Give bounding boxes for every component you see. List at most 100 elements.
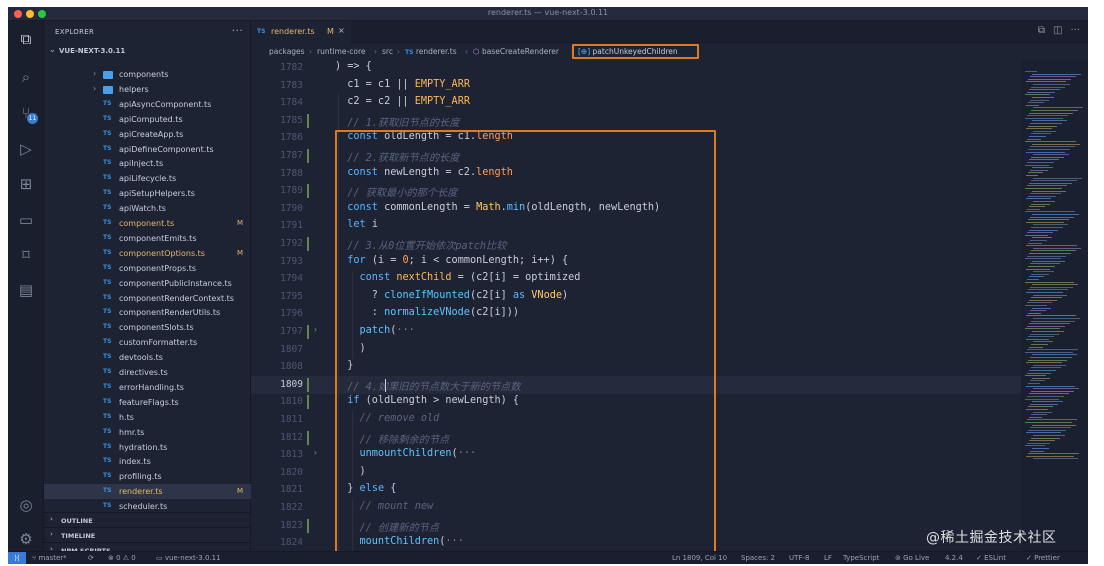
minimap-line	[1029, 299, 1057, 301]
file-item[interactable]: TS apiWatch.ts	[44, 201, 251, 216]
file-item[interactable]: TS componentSlots.ts	[44, 320, 251, 335]
file-name: apiAsyncComponent.ts	[119, 99, 212, 109]
minimap-line	[1030, 193, 1061, 195]
fold-chevron-icon[interactable]: ›	[313, 325, 318, 334]
file-item[interactable]: TS apiDefineComponent.ts	[44, 142, 251, 157]
breadcrumb-file[interactable]: TS renderer.ts	[405, 47, 457, 56]
file-item[interactable]: TS h.ts	[44, 410, 251, 425]
minimap-line	[1033, 201, 1055, 202]
file-item[interactable]: TS apiComputed.ts	[44, 112, 251, 127]
breadcrumb-src[interactable]: src	[382, 47, 393, 56]
breadcrumb-function[interactable]: ⬡ baseCreateRenderer	[473, 47, 559, 56]
minimap-line	[1028, 453, 1079, 455]
eslint-status[interactable]: ✓ ESLint	[976, 554, 1006, 562]
file-item[interactable]: TS apiLifecycle.ts	[44, 171, 251, 186]
file-item[interactable]: TS renderer.ts M	[44, 484, 251, 500]
file-name: apiDefineComponent.ts	[119, 144, 214, 154]
typescript-file-icon: TS	[103, 219, 112, 226]
file-item[interactable]: TS profiling.ts	[44, 469, 251, 484]
language-mode[interactable]: TypeScript	[843, 554, 879, 562]
branch-indicator[interactable]: ⑂ master*	[32, 554, 67, 562]
file-item[interactable]: TS componentRenderUtils.ts	[44, 305, 251, 320]
git-status-badge: M	[237, 487, 244, 496]
sync-icon[interactable]: ⟳	[88, 554, 94, 562]
more-actions-icon[interactable]: ···	[1070, 25, 1080, 36]
minimap-line	[1025, 234, 1048, 236]
minimap-line	[1032, 120, 1067, 122]
file-item[interactable]: TS devtools.ts	[44, 350, 251, 365]
file-item[interactable]: TS directives.ts	[44, 365, 251, 380]
typescript-file-icon: TS	[103, 263, 112, 271]
file-item[interactable]: TS componentEmits.ts	[44, 231, 251, 246]
project-root[interactable]: ⌄ VUE-NEXT-3.0.11	[44, 44, 251, 58]
minimap-line	[1030, 263, 1060, 265]
workspace-indicator[interactable]: ▭ vue-next-3.0.11	[156, 554, 221, 562]
run-debug-icon[interactable]: ▷	[16, 139, 36, 159]
code-token: ||	[396, 96, 409, 108]
remote-indicator[interactable]: ⟩⟨	[8, 552, 26, 564]
breadcrumb: packages › runtime-core › src › TS rende…	[251, 43, 1088, 59]
file-item[interactable]: TS componentOptions.ts M	[44, 246, 251, 261]
file-item[interactable]: TS customFormatter.ts	[44, 335, 251, 350]
minimap-line	[1031, 273, 1049, 275]
file-item[interactable]: TS apiSetupHelpers.ts	[44, 186, 251, 201]
typescript-file-icon: TS	[103, 248, 112, 256]
breadcrumb-packages[interactable]: packages	[269, 47, 305, 56]
file-item[interactable]: TS apiAsyncComponent.ts	[44, 97, 251, 112]
code-token: // 1.获取旧节点的长度	[335, 117, 460, 129]
minimap-line	[1032, 167, 1053, 169]
file-item[interactable]: TS apiCreateApp.ts	[44, 127, 251, 142]
code-line: 1783 c1 = c1 || EMPTY_ARR	[251, 77, 1021, 95]
minimap[interactable]	[1021, 59, 1088, 551]
line-ending[interactable]: LF	[824, 554, 832, 562]
file-item[interactable]: TS componentProps.ts	[44, 261, 251, 276]
go-live-button[interactable]: ⊚ Go Live	[895, 554, 929, 562]
indentation[interactable]: Spaces: 2	[741, 554, 775, 562]
file-item[interactable]: TS componentRenderContext.ts	[44, 291, 251, 306]
fold-chevron-icon[interactable]: ›	[313, 448, 318, 457]
cursor-position[interactable]: Ln 1809, Col 10	[672, 554, 727, 562]
file-item[interactable]: TS errorHandling.ts	[44, 380, 251, 395]
minimap-line	[1026, 198, 1051, 200]
files-icon[interactable]: ⧉	[16, 29, 36, 49]
split-editor-icon[interactable]: ◫	[1053, 25, 1062, 36]
account-icon[interactable]: ◎	[16, 495, 36, 515]
problems-indicator[interactable]: ⊗ 0 ⚠ 0	[108, 554, 136, 562]
explorer-more-button[interactable]: ···	[232, 24, 243, 37]
file-item[interactable]: TS component.ts M	[44, 216, 251, 231]
npm-scripts-section[interactable]: › NPM SCRIPTS	[44, 542, 251, 555]
file-item[interactable]: TS hydration.ts	[44, 440, 251, 455]
code-editor[interactable]: 1782) => {1783 c1 = c1 || EMPTY_ARR 1784 …	[251, 59, 1088, 564]
file-name: index.ts	[119, 457, 151, 467]
open-changes-icon[interactable]: ⧉	[1038, 25, 1045, 36]
settings-gear-icon[interactable]: ⚙	[16, 529, 36, 549]
folder-icon[interactable]: ▤	[16, 280, 36, 300]
folder-item[interactable]: › helpers	[44, 82, 251, 97]
extensions-icon[interactable]: ⊞	[16, 174, 36, 194]
file-item[interactable]: TS featureFlags.ts	[44, 395, 251, 410]
folder-item[interactable]: › components	[44, 67, 251, 82]
search-icon[interactable]: ⌕	[16, 67, 36, 87]
minimap-line	[1029, 182, 1072, 184]
timeline-section[interactable]: › TIMELINE	[44, 527, 251, 542]
file-item[interactable]: TS index.ts	[44, 454, 251, 469]
encoding[interactable]: UTF-8	[789, 554, 809, 562]
folder-icon	[103, 85, 113, 94]
file-item[interactable]: TS hmr.ts	[44, 425, 251, 440]
tab-renderer-ts[interactable]: TS renderer.ts M ×	[251, 21, 351, 43]
prettier-status[interactable]: ✓ Prettier	[1026, 554, 1060, 562]
typescript-file-icon: TS	[103, 114, 112, 122]
ts-version[interactable]: 4.2.4	[945, 554, 963, 562]
remote-explorer-icon[interactable]: ▭	[16, 210, 36, 230]
file-item[interactable]: TS componentPublicInstance.ts	[44, 276, 251, 291]
file-name: h.ts	[119, 412, 134, 422]
bookmarks-icon[interactable]: ⌑	[16, 245, 36, 265]
typescript-file-icon: TS	[257, 28, 266, 35]
breadcrumb-runtime-core[interactable]: runtime-core	[317, 47, 366, 56]
file-name: componentPublicInstance.ts	[119, 278, 232, 288]
minimap-line	[1031, 390, 1074, 392]
minimap-line	[1026, 315, 1076, 317]
close-icon[interactable]: ×	[338, 26, 345, 35]
file-item[interactable]: TS apiInject.ts	[44, 156, 251, 171]
outline-section[interactable]: › OUTLINE	[44, 512, 251, 527]
